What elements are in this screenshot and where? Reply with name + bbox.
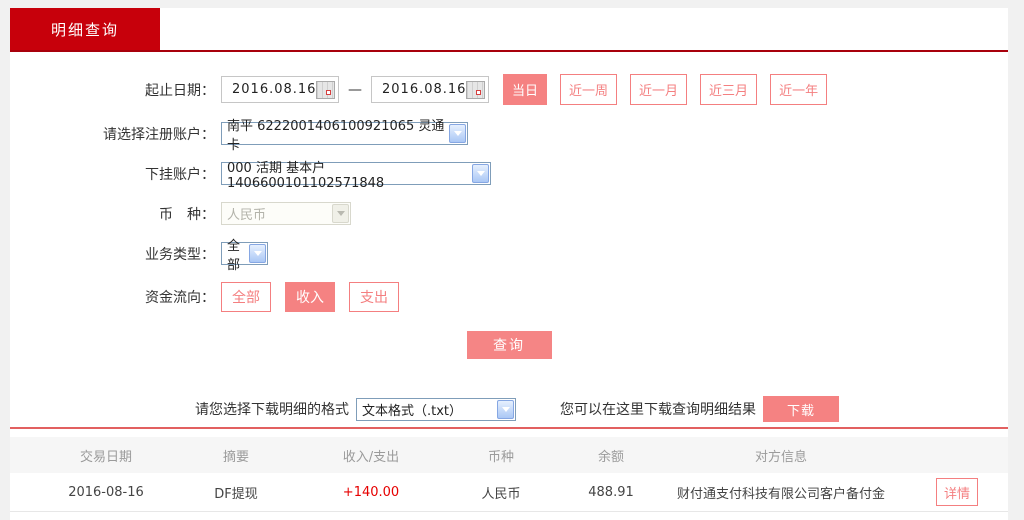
end-date-value: 2016.08.16: [382, 82, 467, 97]
table-row: 2016-08-16 DF提现 +140.00 人民币 488.91 财付通支付…: [10, 473, 1008, 512]
chevron-down-icon: [249, 244, 266, 263]
header-counterparty: 对方信息: [754, 449, 807, 465]
chevron-down-icon: [497, 399, 514, 419]
detail-button[interactable]: 详情: [936, 478, 978, 506]
chevron-down-icon: [472, 164, 489, 183]
cell-trade-date: 2016-08-16: [68, 484, 144, 500]
chevron-down-icon: [449, 124, 466, 143]
registered-account-value: 南平 6222001406100921065 灵通卡: [227, 118, 445, 153]
date-separator: —: [348, 81, 362, 98]
content-panel: 明细查询 起止日期： 2016.08.16 — 2016.08.16 当日 近一…: [10, 8, 1008, 520]
quick-range-month-button[interactable]: 近一月: [630, 74, 688, 105]
registered-account-label: 请选择注册账户：: [103, 126, 215, 143]
cell-balance: 488.91: [588, 484, 634, 500]
download-row: 请您选择下载明细的格式 文本格式（.txt） 您可以在这里下载查询明细结果 下载: [10, 396, 1008, 422]
fund-flow-row: 资金流向： 全部 收入 支出: [10, 282, 1008, 312]
chevron-down-icon: [332, 204, 349, 223]
cell-amount: +140.00: [342, 484, 400, 500]
fund-flow-expense-button[interactable]: 支出: [349, 282, 399, 312]
sub-account-row: 下挂账户： 000 活期 基本户 1406600101102571848: [10, 161, 1008, 191]
download-hint: 您可以在这里下载查询明细结果: [560, 402, 756, 418]
download-format-select[interactable]: 文本格式（.txt）: [356, 397, 516, 421]
download-format-label: 请您选择下载明细的格式: [195, 402, 349, 418]
download-format-value: 文本格式（.txt）: [362, 403, 463, 419]
date-range-label: 起止日期：: [145, 82, 215, 99]
business-type-value: 全部: [227, 238, 241, 273]
start-date-value: 2016.08.16: [232, 82, 317, 97]
tab-underline: [10, 50, 1008, 52]
registered-account-select[interactable]: 南平 6222001406100921065 灵通卡: [221, 119, 468, 153]
query-form: 起止日期： 2016.08.16 — 2016.08.16 当日 近一周 近一月…: [10, 74, 1008, 359]
fund-flow-income-button[interactable]: 收入: [285, 282, 335, 312]
cell-currency: 人民币: [481, 486, 521, 502]
fund-flow-all-button[interactable]: 全部: [221, 282, 271, 312]
business-type-select[interactable]: 全部: [221, 239, 268, 273]
cell-action: 详情: [906, 478, 1008, 506]
calendar-icon[interactable]: [466, 80, 485, 99]
tab-detail-query[interactable]: 明细查询: [10, 8, 160, 50]
header-balance: 余额: [597, 449, 624, 465]
quick-range-today-button[interactable]: 当日: [503, 74, 548, 105]
quick-range-week-button[interactable]: 近一周: [560, 74, 618, 105]
currency-value: 人民币: [227, 208, 267, 223]
sub-account-value: 000 活期 基本户 1406600101102571848: [227, 160, 385, 191]
cell-summary: DF提现: [214, 486, 258, 502]
business-type-label: 业务类型：: [145, 246, 215, 263]
quick-range-3months-button[interactable]: 近三月: [700, 74, 758, 105]
start-date-input[interactable]: 2016.08.16: [221, 76, 339, 103]
business-type-row: 业务类型： 全部: [10, 239, 1008, 273]
sub-account-label: 下挂账户：: [145, 166, 215, 183]
download-button[interactable]: 下载: [763, 396, 839, 422]
quick-range-year-button[interactable]: 近一年: [770, 74, 828, 105]
table-header-row: 交易日期 摘要 收入/支出 币种 余额 对方信息: [10, 437, 1008, 473]
currency-select: 人民币: [221, 202, 351, 225]
fund-flow-label: 资金流向：: [145, 290, 215, 306]
currency-label: 币 种：: [159, 206, 215, 223]
query-button-row: 查询: [10, 331, 1008, 359]
calendar-icon[interactable]: [316, 80, 335, 99]
query-button[interactable]: 查询: [466, 331, 552, 359]
header-income-expense: 收入/支出: [342, 449, 400, 465]
header-currency: 币种: [487, 449, 514, 465]
header-trade-date: 交易日期: [79, 449, 132, 465]
date-range-row: 起止日期： 2016.08.16 — 2016.08.16 当日 近一周 近一月…: [10, 74, 1008, 105]
table-top-separator: [10, 427, 1008, 429]
registered-account-row: 请选择注册账户： 南平 6222001406100921065 灵通卡: [10, 119, 1008, 153]
end-date-input[interactable]: 2016.08.16: [371, 76, 489, 103]
sub-account-select[interactable]: 000 活期 基本户 1406600101102571848: [221, 161, 491, 191]
currency-row: 币 种： 人民币: [10, 202, 1008, 225]
cell-counterparty: 财付通支付科技有限公司客户备付金: [676, 486, 885, 502]
tab-label: 明细查询: [50, 20, 119, 39]
header-summary: 摘要: [222, 449, 249, 465]
